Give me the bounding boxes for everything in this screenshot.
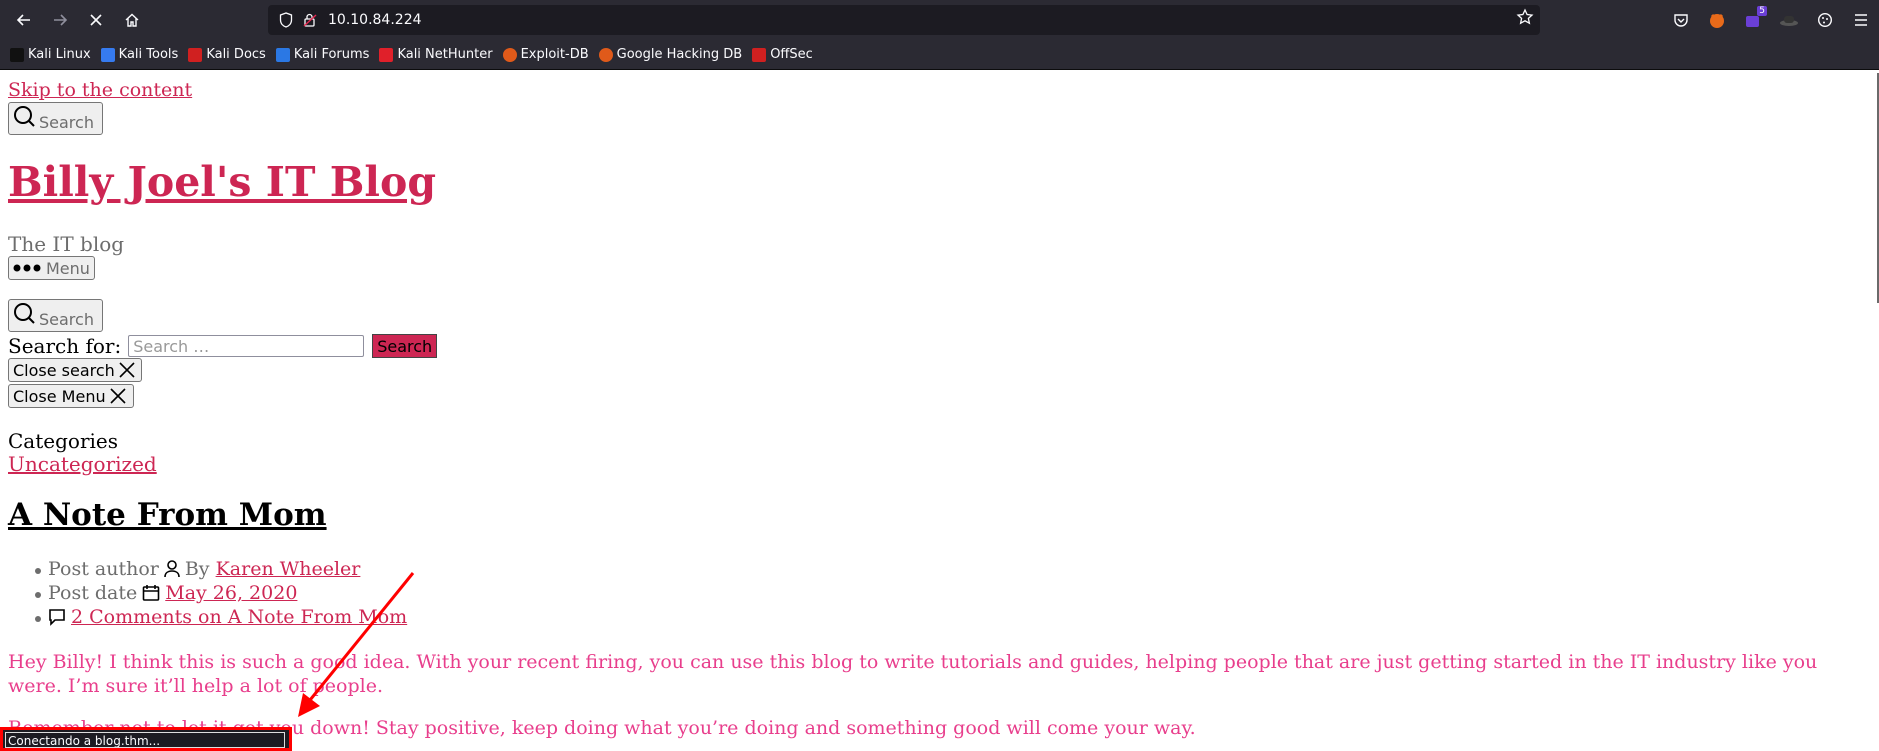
post-author-meta: Post author By Karen Wheeler: [34, 558, 361, 580]
post-title[interactable]: A Note From Mom: [8, 497, 327, 533]
search-toggle-label: Search: [39, 113, 94, 132]
post-author-label: Post author: [48, 558, 159, 580]
bookmark-star-icon[interactable]: [1516, 8, 1534, 30]
search-toggle-label: Search: [39, 310, 94, 329]
skip-to-content-link[interactable]: Skip to the content: [8, 79, 192, 101]
dots-icon: [13, 264, 41, 272]
bookmark-kali-tools[interactable]: Kali Tools: [100, 47, 179, 62]
pocket-icon[interactable]: [1663, 2, 1699, 38]
search-for-label: Search for:: [8, 334, 122, 358]
bookmark-label: Kali Docs: [206, 47, 266, 62]
bookmark-label: Kali Tools: [118, 47, 179, 62]
status-annotation-box: Conectando a blog.thm...: [0, 727, 292, 751]
search-icon: [14, 106, 35, 127]
kali-dragon-icon: [10, 47, 24, 62]
bookmark-kali-nethunter[interactable]: Kali NetHunter: [379, 47, 493, 62]
ghdb-icon: [598, 47, 613, 62]
nethunter-icon: [379, 47, 394, 62]
browser-toolbar: 10.10.84.224 5: [0, 0, 1879, 40]
back-icon[interactable]: [6, 2, 42, 38]
calendar-icon: [142, 584, 160, 602]
status-bar-text: Conectando a blog.thm...: [5, 732, 285, 748]
toolbar-extensions: 5: [1663, 0, 1879, 40]
bookmark-label: Google Hacking DB: [616, 47, 743, 62]
site-tagline: The IT blog: [8, 232, 125, 256]
close-menu-label: Close Menu: [13, 386, 106, 406]
close-icon: [110, 388, 126, 404]
bookmark-label: Kali Linux: [28, 47, 91, 62]
bookmark-kali-linux[interactable]: Kali Linux: [10, 47, 91, 62]
search-input[interactable]: Search …: [128, 335, 365, 357]
hat-extension-icon[interactable]: [1771, 2, 1807, 38]
menu-label: Menu: [46, 258, 90, 278]
bookmark-label: OffSec: [770, 47, 813, 62]
home-icon[interactable]: [114, 2, 150, 38]
url-bar[interactable]: 10.10.84.224: [268, 5, 1540, 35]
user-icon: [164, 560, 180, 578]
bookmark-label: Exploit-DB: [520, 47, 589, 62]
bookmarks-toolbar: Kali Linux Kali Tools Kali Docs Kali For…: [0, 40, 1879, 70]
forward-icon[interactable]: [42, 2, 78, 38]
search-form: Search for: Search … Search: [8, 334, 438, 358]
offsec-icon: [752, 47, 767, 62]
post-comments-meta: 2 Comments on A Note From Mom: [34, 606, 407, 628]
hamburger-menu-icon[interactable]: [1843, 2, 1879, 38]
bookmark-google-hacking-db[interactable]: Google Hacking DB: [598, 47, 743, 62]
stop-loading-icon[interactable]: [78, 2, 114, 38]
close-icon: [119, 362, 135, 378]
kali-tools-icon: [100, 47, 115, 62]
bookmark-kali-docs[interactable]: Kali Docs: [188, 47, 266, 62]
search-toggle-button-2[interactable]: Search: [8, 299, 103, 332]
categories-heading: Categories: [8, 429, 118, 453]
shield-icon[interactable]: [274, 8, 298, 32]
extension-badge-count: 5: [1757, 6, 1767, 16]
comments-link[interactable]: 2 Comments on A Note From Mom: [71, 606, 407, 628]
bookmark-label: Kali Forums: [293, 47, 370, 62]
search-icon: [14, 303, 35, 324]
extensions-puzzle-icon[interactable]: [1807, 2, 1843, 38]
menu-toggle-button[interactable]: Menu: [8, 256, 95, 280]
site-title[interactable]: Billy Joel's IT Blog: [8, 158, 436, 206]
bookmark-label: Kali NetHunter: [397, 47, 493, 62]
kali-forums-icon: [275, 47, 290, 62]
close-search-button[interactable]: Close search: [8, 358, 142, 382]
author-link[interactable]: Karen Wheeler: [216, 558, 361, 580]
exploit-db-icon: [502, 47, 517, 62]
bookmark-kali-forums[interactable]: Kali Forums: [275, 47, 370, 62]
insecure-lock-icon[interactable]: [298, 8, 322, 32]
bookmark-offsec[interactable]: OffSec: [752, 47, 813, 62]
page-content: Skip to the content Search Billy Joel's …: [0, 70, 1877, 751]
post-date-meta: Post date May 26, 2020: [34, 582, 297, 604]
post-date-label: Post date: [48, 582, 138, 604]
close-search-label: Close search: [13, 360, 115, 380]
close-menu-button[interactable]: Close Menu: [8, 384, 134, 408]
by-label: By: [184, 558, 210, 580]
foxyproxy-icon[interactable]: [1699, 2, 1735, 38]
post-paragraph: Hey Billy! I think this is such a good i…: [8, 651, 1818, 697]
kali-docs-icon: [188, 47, 203, 62]
search-toggle-button[interactable]: Search: [8, 102, 103, 135]
search-submit-button[interactable]: Search: [372, 334, 438, 358]
category-link-uncategorized[interactable]: Uncategorized: [8, 452, 157, 476]
comment-icon: [48, 608, 66, 626]
post-date-link[interactable]: May 26, 2020: [165, 582, 297, 604]
url-text[interactable]: 10.10.84.224: [328, 12, 422, 28]
extension-badge-icon[interactable]: 5: [1735, 2, 1771, 38]
bookmark-exploit-db[interactable]: Exploit-DB: [502, 47, 589, 62]
